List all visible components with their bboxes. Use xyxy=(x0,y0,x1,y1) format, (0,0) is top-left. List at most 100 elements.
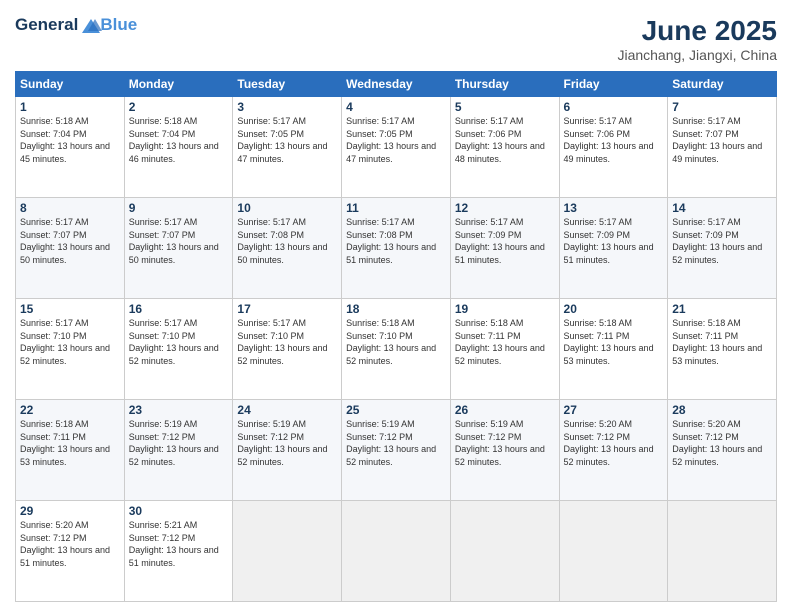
day-number: 9 xyxy=(129,201,229,215)
day-info: Sunrise: 5:17 AMSunset: 7:07 PMDaylight:… xyxy=(672,115,772,165)
day-number: 28 xyxy=(672,403,772,417)
day-number: 10 xyxy=(237,201,337,215)
table-cell: 17 Sunrise: 5:17 AMSunset: 7:10 PMDaylig… xyxy=(233,299,342,400)
table-cell: 7 Sunrise: 5:17 AMSunset: 7:07 PMDayligh… xyxy=(668,97,777,198)
weekday-header-row: Sunday Monday Tuesday Wednesday Thursday… xyxy=(16,72,777,97)
table-cell: 12 Sunrise: 5:17 AMSunset: 7:09 PMDaylig… xyxy=(450,198,559,299)
month-title: June 2025 xyxy=(617,15,777,47)
table-cell xyxy=(450,501,559,602)
table-cell xyxy=(559,501,668,602)
header: General Blue June 2025 Jianchang, Jiangx… xyxy=(15,15,777,63)
table-cell: 23 Sunrise: 5:19 AMSunset: 7:12 PMDaylig… xyxy=(124,400,233,501)
day-info: Sunrise: 5:18 AMSunset: 7:11 PMDaylight:… xyxy=(564,317,664,367)
table-cell: 2 Sunrise: 5:18 AMSunset: 7:04 PMDayligh… xyxy=(124,97,233,198)
table-cell: 4 Sunrise: 5:17 AMSunset: 7:05 PMDayligh… xyxy=(342,97,451,198)
day-info: Sunrise: 5:21 AMSunset: 7:12 PMDaylight:… xyxy=(129,519,229,569)
day-info: Sunrise: 5:17 AMSunset: 7:09 PMDaylight:… xyxy=(455,216,555,266)
day-number: 11 xyxy=(346,201,446,215)
day-info: Sunrise: 5:19 AMSunset: 7:12 PMDaylight:… xyxy=(455,418,555,468)
day-info: Sunrise: 5:17 AMSunset: 7:10 PMDaylight:… xyxy=(20,317,120,367)
day-info: Sunrise: 5:18 AMSunset: 7:11 PMDaylight:… xyxy=(455,317,555,367)
header-tuesday: Tuesday xyxy=(233,72,342,97)
day-number: 14 xyxy=(672,201,772,215)
table-cell: 30 Sunrise: 5:21 AMSunset: 7:12 PMDaylig… xyxy=(124,501,233,602)
day-number: 27 xyxy=(564,403,664,417)
table-cell: 10 Sunrise: 5:17 AMSunset: 7:08 PMDaylig… xyxy=(233,198,342,299)
day-number: 8 xyxy=(20,201,120,215)
table-cell: 20 Sunrise: 5:18 AMSunset: 7:11 PMDaylig… xyxy=(559,299,668,400)
logo-text: General xyxy=(15,15,102,35)
table-cell: 14 Sunrise: 5:17 AMSunset: 7:09 PMDaylig… xyxy=(668,198,777,299)
day-info: Sunrise: 5:20 AMSunset: 7:12 PMDaylight:… xyxy=(20,519,120,569)
table-cell: 3 Sunrise: 5:17 AMSunset: 7:05 PMDayligh… xyxy=(233,97,342,198)
table-cell: 5 Sunrise: 5:17 AMSunset: 7:06 PMDayligh… xyxy=(450,97,559,198)
table-cell: 21 Sunrise: 5:18 AMSunset: 7:11 PMDaylig… xyxy=(668,299,777,400)
day-info: Sunrise: 5:17 AMSunset: 7:10 PMDaylight:… xyxy=(129,317,229,367)
day-number: 25 xyxy=(346,403,446,417)
page: General Blue June 2025 Jianchang, Jiangx… xyxy=(0,0,792,612)
day-info: Sunrise: 5:18 AMSunset: 7:11 PMDaylight:… xyxy=(20,418,120,468)
logo-blue: Blue xyxy=(100,15,137,35)
day-number: 7 xyxy=(672,100,772,114)
day-info: Sunrise: 5:18 AMSunset: 7:04 PMDaylight:… xyxy=(20,115,120,165)
day-info: Sunrise: 5:18 AMSunset: 7:11 PMDaylight:… xyxy=(672,317,772,367)
table-cell xyxy=(668,501,777,602)
table-cell: 9 Sunrise: 5:17 AMSunset: 7:07 PMDayligh… xyxy=(124,198,233,299)
day-info: Sunrise: 5:18 AMSunset: 7:04 PMDaylight:… xyxy=(129,115,229,165)
day-info: Sunrise: 5:17 AMSunset: 7:10 PMDaylight:… xyxy=(237,317,337,367)
day-number: 13 xyxy=(564,201,664,215)
table-cell: 15 Sunrise: 5:17 AMSunset: 7:10 PMDaylig… xyxy=(16,299,125,400)
day-info: Sunrise: 5:20 AMSunset: 7:12 PMDaylight:… xyxy=(564,418,664,468)
day-number: 22 xyxy=(20,403,120,417)
calendar-table: Sunday Monday Tuesday Wednesday Thursday… xyxy=(15,71,777,602)
day-number: 4 xyxy=(346,100,446,114)
day-number: 21 xyxy=(672,302,772,316)
day-number: 1 xyxy=(20,100,120,114)
day-number: 19 xyxy=(455,302,555,316)
table-cell: 11 Sunrise: 5:17 AMSunset: 7:08 PMDaylig… xyxy=(342,198,451,299)
table-cell: 28 Sunrise: 5:20 AMSunset: 7:12 PMDaylig… xyxy=(668,400,777,501)
header-sunday: Sunday xyxy=(16,72,125,97)
day-info: Sunrise: 5:17 AMSunset: 7:08 PMDaylight:… xyxy=(237,216,337,266)
title-block: June 2025 Jianchang, Jiangxi, China xyxy=(617,15,777,63)
header-thursday: Thursday xyxy=(450,72,559,97)
table-cell: 1 Sunrise: 5:18 AMSunset: 7:04 PMDayligh… xyxy=(16,97,125,198)
table-cell: 27 Sunrise: 5:20 AMSunset: 7:12 PMDaylig… xyxy=(559,400,668,501)
day-info: Sunrise: 5:17 AMSunset: 7:09 PMDaylight:… xyxy=(564,216,664,266)
table-cell: 26 Sunrise: 5:19 AMSunset: 7:12 PMDaylig… xyxy=(450,400,559,501)
day-info: Sunrise: 5:17 AMSunset: 7:06 PMDaylight:… xyxy=(564,115,664,165)
header-saturday: Saturday xyxy=(668,72,777,97)
day-info: Sunrise: 5:17 AMSunset: 7:06 PMDaylight:… xyxy=(455,115,555,165)
day-info: Sunrise: 5:17 AMSunset: 7:08 PMDaylight:… xyxy=(346,216,446,266)
day-info: Sunrise: 5:19 AMSunset: 7:12 PMDaylight:… xyxy=(129,418,229,468)
day-number: 23 xyxy=(129,403,229,417)
day-number: 6 xyxy=(564,100,664,114)
table-cell: 19 Sunrise: 5:18 AMSunset: 7:11 PMDaylig… xyxy=(450,299,559,400)
day-info: Sunrise: 5:17 AMSunset: 7:07 PMDaylight:… xyxy=(129,216,229,266)
table-cell: 18 Sunrise: 5:18 AMSunset: 7:10 PMDaylig… xyxy=(342,299,451,400)
day-info: Sunrise: 5:19 AMSunset: 7:12 PMDaylight:… xyxy=(346,418,446,468)
day-number: 3 xyxy=(237,100,337,114)
table-cell: 29 Sunrise: 5:20 AMSunset: 7:12 PMDaylig… xyxy=(16,501,125,602)
table-cell: 6 Sunrise: 5:17 AMSunset: 7:06 PMDayligh… xyxy=(559,97,668,198)
logo: General Blue xyxy=(15,15,137,35)
table-cell: 8 Sunrise: 5:17 AMSunset: 7:07 PMDayligh… xyxy=(16,198,125,299)
table-cell xyxy=(233,501,342,602)
day-number: 30 xyxy=(129,504,229,518)
table-cell: 13 Sunrise: 5:17 AMSunset: 7:09 PMDaylig… xyxy=(559,198,668,299)
header-friday: Friday xyxy=(559,72,668,97)
day-info: Sunrise: 5:19 AMSunset: 7:12 PMDaylight:… xyxy=(237,418,337,468)
table-cell: 22 Sunrise: 5:18 AMSunset: 7:11 PMDaylig… xyxy=(16,400,125,501)
table-cell xyxy=(342,501,451,602)
day-info: Sunrise: 5:18 AMSunset: 7:10 PMDaylight:… xyxy=(346,317,446,367)
day-number: 5 xyxy=(455,100,555,114)
day-number: 12 xyxy=(455,201,555,215)
header-wednesday: Wednesday xyxy=(342,72,451,97)
day-info: Sunrise: 5:20 AMSunset: 7:12 PMDaylight:… xyxy=(672,418,772,468)
day-info: Sunrise: 5:17 AMSunset: 7:09 PMDaylight:… xyxy=(672,216,772,266)
day-number: 20 xyxy=(564,302,664,316)
location: Jianchang, Jiangxi, China xyxy=(617,47,777,63)
logo-icon xyxy=(80,17,102,35)
header-monday: Monday xyxy=(124,72,233,97)
table-cell: 24 Sunrise: 5:19 AMSunset: 7:12 PMDaylig… xyxy=(233,400,342,501)
